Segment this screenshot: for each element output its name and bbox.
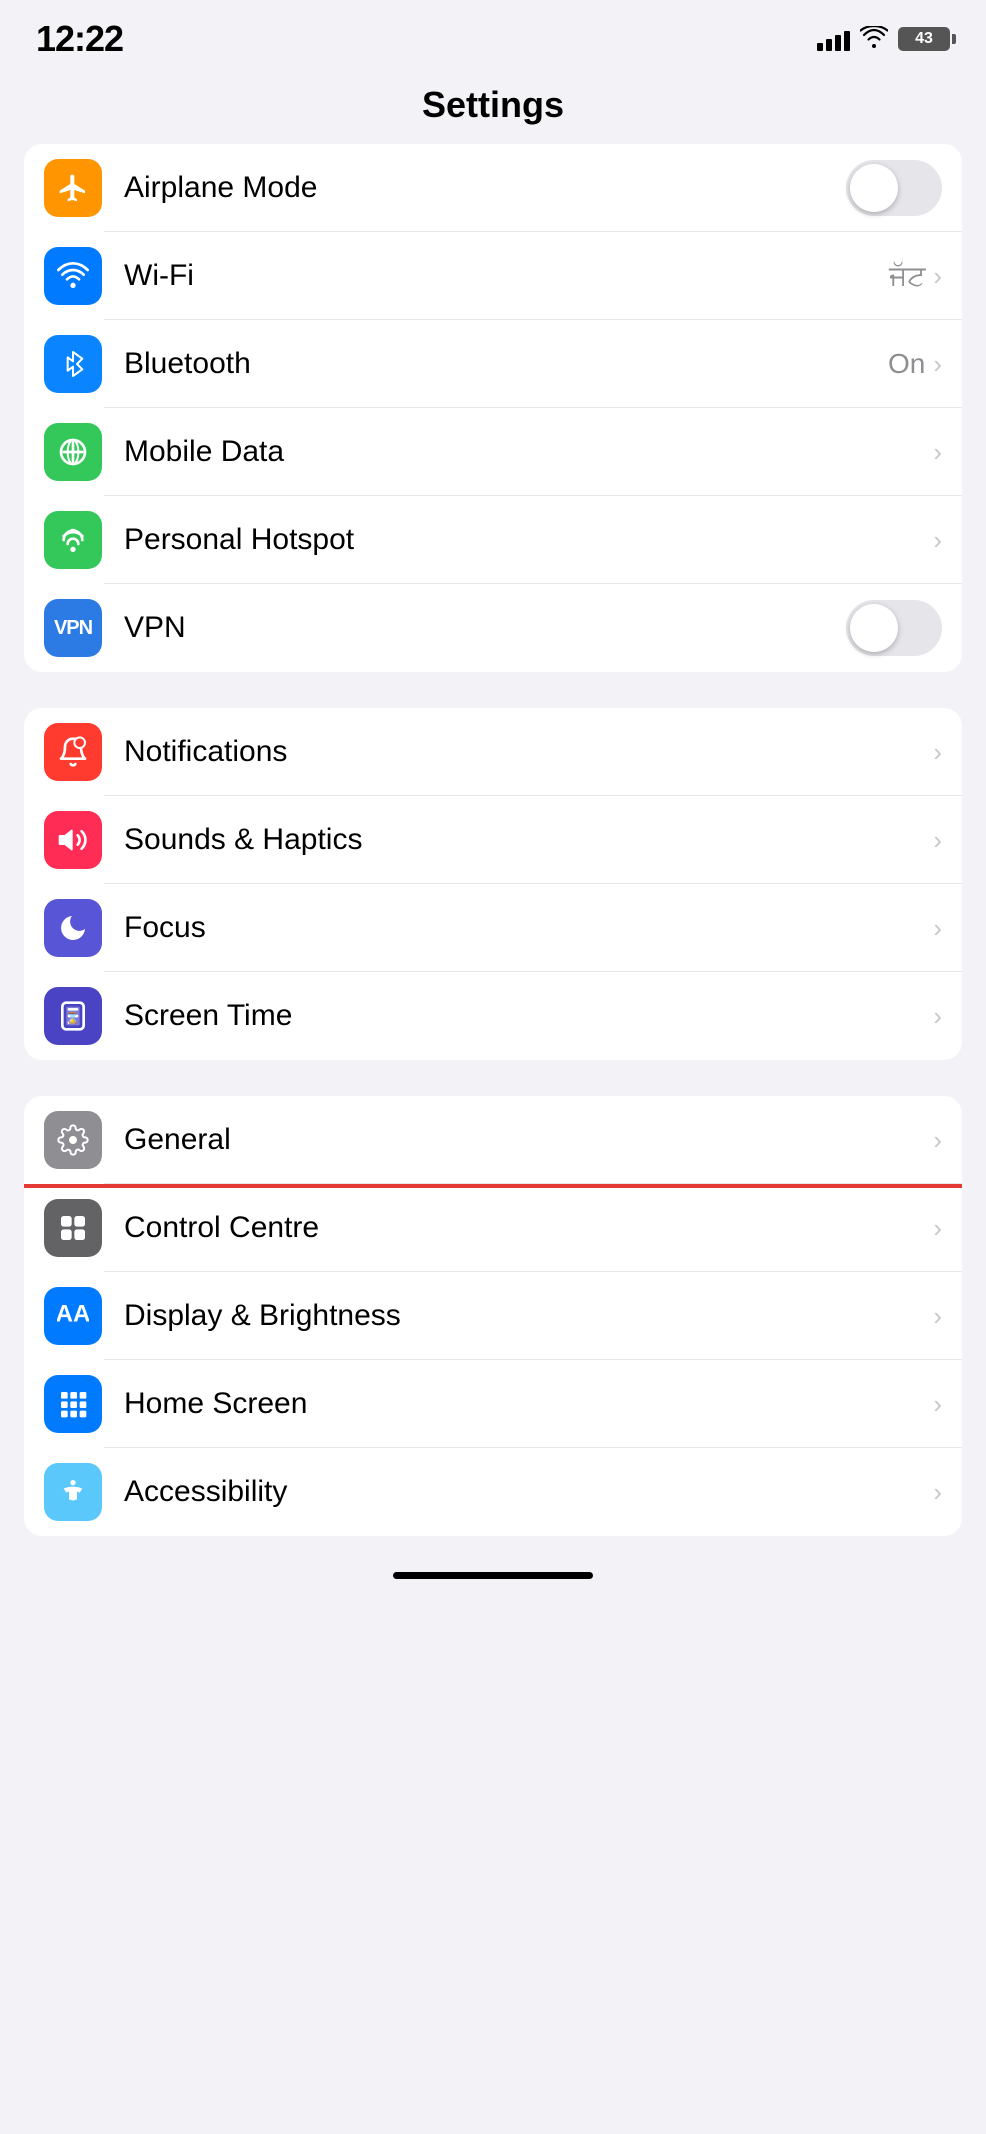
display-brightness-chevron-icon: › — [933, 1301, 942, 1332]
notifications-chevron-icon: › — [933, 737, 942, 768]
sounds-haptics-icon — [44, 811, 102, 869]
page-title: Settings — [0, 84, 986, 126]
vpn-toggle[interactable] — [846, 600, 942, 656]
page-title-bar: Settings — [0, 70, 986, 144]
vpn-label: VPN — [124, 611, 846, 645]
bluetooth-label: Bluetooth — [124, 347, 888, 381]
home-screen-icon — [44, 1375, 102, 1433]
general-settings-group: General › Control Centre › AA Display & … — [24, 1096, 962, 1536]
svg-text:AA: AA — [57, 1300, 89, 1327]
status-bar: 12:22 43 — [0, 0, 986, 70]
accessibility-chevron-icon: › — [933, 1477, 942, 1508]
vpn-knob — [850, 604, 898, 652]
accessibility-icon — [44, 1463, 102, 1521]
vpn-row[interactable]: VPN VPN — [24, 584, 962, 672]
accessibility-row[interactable]: Accessibility › — [24, 1448, 962, 1536]
general-row[interactable]: General › — [24, 1096, 962, 1184]
wifi-value: ਜੱਟ — [889, 260, 925, 293]
signal-bar-2 — [826, 39, 832, 51]
bluetooth-icon — [44, 335, 102, 393]
wifi-row[interactable]: Wi-Fi ਜੱਟ › — [24, 232, 962, 320]
vpn-label-text: VPN — [54, 617, 92, 640]
mobile-data-icon — [44, 423, 102, 481]
control-centre-row[interactable]: Control Centre › — [24, 1184, 962, 1272]
screen-time-row[interactable]: ⌛ Screen Time › — [24, 972, 962, 1060]
bluetooth-row[interactable]: Bluetooth On › — [24, 320, 962, 408]
focus-label: Focus — [124, 911, 933, 945]
control-centre-chevron-icon: › — [933, 1213, 942, 1244]
airplane-mode-knob — [850, 164, 898, 212]
general-chevron-icon: › — [933, 1125, 942, 1156]
hotspot-icon — [44, 511, 102, 569]
wifi-status-icon — [860, 24, 888, 55]
notifications-row[interactable]: Notifications › — [24, 708, 962, 796]
notifications-icon — [44, 723, 102, 781]
home-screen-chevron-icon: › — [933, 1389, 942, 1420]
vpn-icon: VPN — [44, 599, 102, 657]
control-centre-label: Control Centre — [124, 1211, 933, 1245]
mobile-data-chevron-icon: › — [933, 437, 942, 468]
general-label: General — [124, 1123, 933, 1157]
sounds-haptics-row[interactable]: Sounds & Haptics › — [24, 796, 962, 884]
wifi-chevron-icon: › — [933, 261, 942, 292]
sounds-haptics-label: Sounds & Haptics — [124, 823, 933, 857]
mobile-data-row[interactable]: Mobile Data › — [24, 408, 962, 496]
control-centre-icon — [44, 1199, 102, 1257]
mobile-data-label: Mobile Data — [124, 435, 933, 469]
status-icons: 43 — [817, 24, 950, 55]
home-screen-row[interactable]: Home Screen › — [24, 1360, 962, 1448]
general-icon — [44, 1111, 102, 1169]
personal-hotspot-chevron-icon: › — [933, 525, 942, 556]
notifications-settings-group: Notifications › Sounds & Haptics › Focus… — [24, 708, 962, 1060]
sounds-haptics-chevron-icon: › — [933, 825, 942, 856]
focus-chevron-icon: › — [933, 913, 942, 944]
home-indicator — [393, 1572, 593, 1579]
focus-row[interactable]: Focus › — [24, 884, 962, 972]
signal-bar-4 — [844, 31, 850, 51]
battery-icon: 43 — [898, 27, 950, 51]
network-settings-group: Airplane Mode Wi-Fi ਜੱਟ › Bluetooth On › — [24, 144, 962, 672]
status-time: 12:22 — [36, 18, 123, 60]
signal-bar-3 — [835, 35, 841, 51]
accessibility-label: Accessibility — [124, 1475, 933, 1509]
battery-level: 43 — [915, 30, 933, 48]
personal-hotspot-row[interactable]: Personal Hotspot › — [24, 496, 962, 584]
display-brightness-icon: AA — [44, 1287, 102, 1345]
airplane-mode-row[interactable]: Airplane Mode — [24, 144, 962, 232]
notifications-label: Notifications — [124, 735, 933, 769]
wifi-icon — [44, 247, 102, 305]
airplane-mode-label: Airplane Mode — [124, 171, 846, 205]
home-screen-label: Home Screen — [124, 1387, 933, 1421]
display-brightness-label: Display & Brightness — [124, 1299, 933, 1333]
bluetooth-value: On — [888, 348, 925, 380]
wifi-label: Wi-Fi — [124, 259, 889, 293]
signal-bar-1 — [817, 43, 823, 51]
airplane-mode-icon — [44, 159, 102, 217]
personal-hotspot-label: Personal Hotspot — [124, 523, 933, 557]
screen-time-icon: ⌛ — [44, 987, 102, 1045]
svg-text:⌛: ⌛ — [66, 1011, 79, 1024]
screen-time-chevron-icon: › — [933, 1001, 942, 1032]
screen-time-label: Screen Time — [124, 999, 933, 1033]
display-brightness-row[interactable]: AA Display & Brightness › — [24, 1272, 962, 1360]
airplane-mode-toggle[interactable] — [846, 160, 942, 216]
signal-bars-icon — [817, 27, 850, 51]
bluetooth-chevron-icon: › — [933, 349, 942, 380]
focus-icon — [44, 899, 102, 957]
